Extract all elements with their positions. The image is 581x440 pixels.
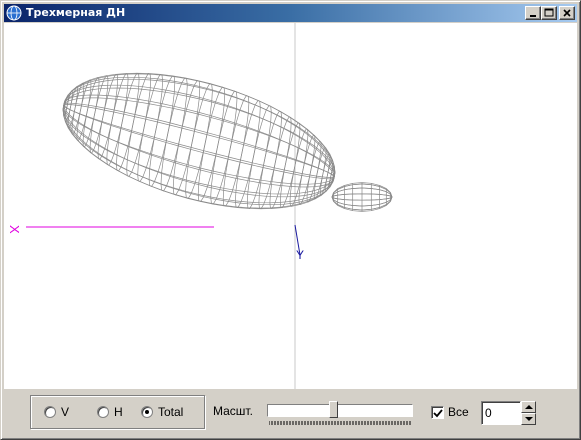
3d-pattern-view[interactable]: X Y [4, 23, 577, 389]
radiation-pattern-mesh [62, 72, 393, 212]
close-button[interactable] [559, 6, 575, 20]
scale-slider[interactable] [267, 404, 413, 417]
scale-slider-thumb[interactable] [329, 401, 338, 418]
maximize-icon [544, 8, 554, 17]
x-axis-label: X [7, 225, 22, 234]
radio-total-dot[interactable] [141, 406, 153, 418]
pattern-canvas: X Y [7, 23, 393, 389]
scale-ticks [269, 421, 411, 425]
y-axis-label: Y [296, 248, 304, 262]
minimize-button[interactable] [525, 6, 541, 20]
radio-v-dot[interactable] [44, 406, 56, 418]
maximize-button[interactable] [541, 6, 557, 20]
radio-h-label: H [114, 405, 123, 419]
all-checkbox[interactable] [431, 406, 444, 419]
close-icon [563, 9, 571, 17]
spin-value-input[interactable]: 0 [481, 401, 521, 425]
spin-up-button[interactable] [521, 401, 536, 413]
radio-v-label: V [61, 405, 70, 419]
all-label: Все [448, 405, 469, 419]
main-window: Трехмерная ДН X Y V H Total Масшт. Все 0 [0, 0, 581, 440]
window-title: Трехмерная ДН [26, 6, 126, 19]
title-bar[interactable]: Трехмерная ДН [4, 4, 577, 22]
spin-down-button[interactable] [521, 413, 536, 425]
arrow-up-icon [525, 405, 533, 409]
scale-label: Масшт. [213, 404, 253, 418]
globe-icon[interactable] [6, 5, 22, 21]
minimize-icon [530, 15, 536, 17]
component-panel: V H Total [30, 395, 205, 429]
radio-h-dot[interactable] [97, 406, 109, 418]
radio-total-label: Total [158, 405, 184, 419]
arrow-down-icon [525, 417, 533, 421]
checkmark-icon [433, 409, 443, 418]
